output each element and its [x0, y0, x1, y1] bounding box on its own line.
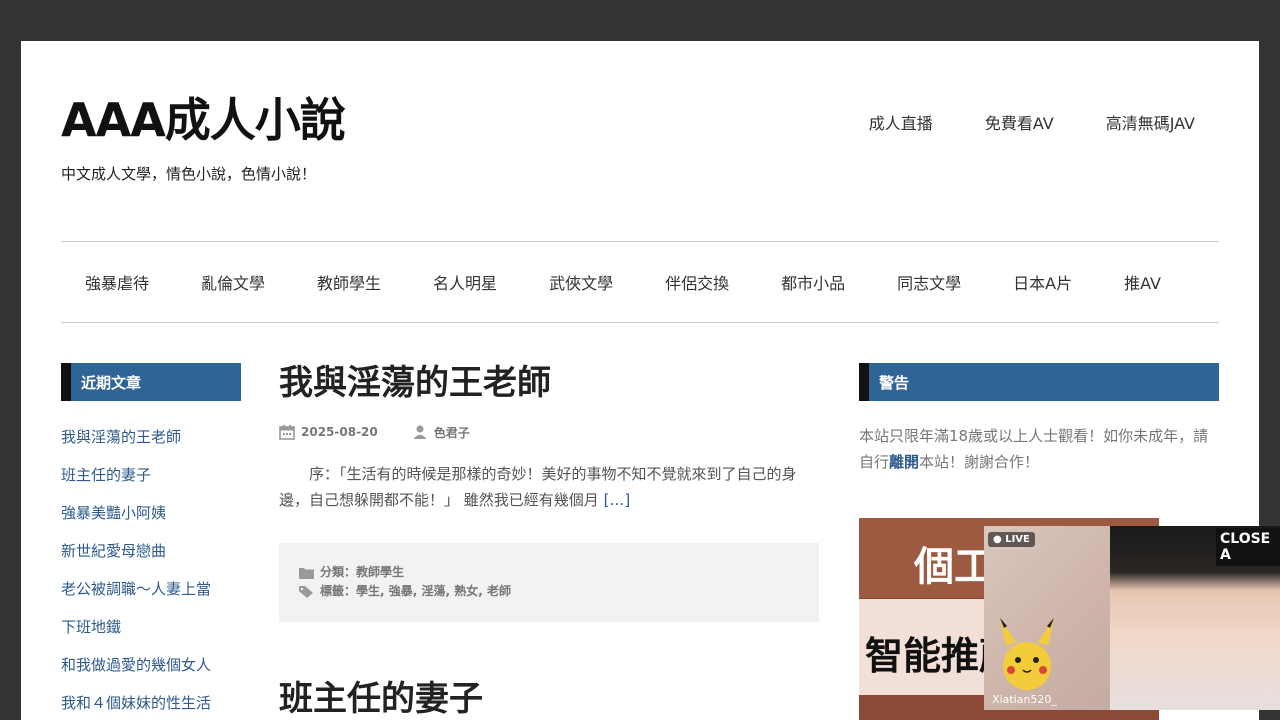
- site-title[interactable]: AAA成人小說: [61, 93, 346, 148]
- recent-post-link[interactable]: 強暴美豔小阿姨: [61, 502, 241, 540]
- close-ad-button[interactable]: CLOSE A: [1216, 528, 1280, 566]
- post-author[interactable]: 色君子: [434, 424, 470, 441]
- recent-post-link[interactable]: 新世紀愛母戀曲: [61, 540, 241, 578]
- folder-icon: [299, 567, 314, 579]
- main-content: 我與淫蕩的王老師 2025-08-20 色君子 序：「生活有的時候是那樣的奇妙！…: [279, 363, 819, 720]
- recent-post-link[interactable]: 和我做過愛的幾個女人: [61, 654, 241, 692]
- recent-post-link[interactable]: 班主任的妻子: [61, 464, 241, 502]
- post-meta: 2025-08-20 色君子: [279, 424, 819, 441]
- warning-text: 本站只限年滿18歲或以上人士觀看！如你未成年，請自行離開本站！謝謝合作！: [859, 423, 1219, 475]
- post-title[interactable]: 我與淫蕩的王老師: [279, 363, 819, 404]
- calendar-icon: [279, 425, 295, 441]
- ad-text-line1: 個工: [914, 544, 994, 590]
- top-nav: 成人直播 免費看AV 高清無碼JAV: [869, 110, 1195, 134]
- top-nav-hd-jav[interactable]: 高清無碼JAV: [1106, 110, 1195, 134]
- post-excerpt: 序：「生活有的時候是那樣的奇妙！美好的事物不知不覺就來到了自己的身邊，自己想躲開…: [279, 461, 819, 513]
- main-nav-item[interactable]: 日本A片: [1013, 270, 1072, 294]
- post-title[interactable]: 班主任的妻子: [279, 679, 819, 720]
- post-date[interactable]: 2025-08-20: [301, 425, 378, 439]
- main-nav-item[interactable]: 伴侶交換: [665, 270, 729, 294]
- main-nav-item[interactable]: 武俠文學: [549, 270, 613, 294]
- main-nav: 強暴虐待 亂倫文學 教師學生 名人明星 武俠文學 伴侶交換 都市小品 同志文學 …: [61, 241, 1219, 323]
- top-nav-live[interactable]: 成人直播: [869, 110, 933, 134]
- user-icon: [413, 425, 427, 440]
- post-tags[interactable]: 標籤：學生, 強暴, 淫蕩, 熟女, 老師: [320, 582, 511, 601]
- site-description: 中文成人文學，情色小說，色情小說！: [61, 165, 317, 183]
- live-badge: ● LIVE: [988, 532, 1035, 547]
- read-more-link[interactable]: […]: [604, 491, 631, 509]
- warning-text-after: 本站！謝謝合作！: [919, 453, 1040, 471]
- live-username: Xiatian520_: [992, 693, 1057, 706]
- post-category-row: 分類：教師學生: [299, 563, 799, 582]
- main-nav-item[interactable]: 推AV: [1124, 270, 1161, 294]
- plush-toy-image: [1000, 618, 1054, 690]
- recent-posts-widget: 近期文章 我與淫蕩的王老師 班主任的妻子 強暴美豔小阿姨 新世紀愛母戀曲 老公被…: [61, 363, 241, 720]
- tag-icon: [299, 585, 313, 598]
- main-nav-item[interactable]: 都市小品: [781, 270, 845, 294]
- recent-post-link[interactable]: 我與淫蕩的王老師: [61, 426, 241, 464]
- recent-posts-list: 我與淫蕩的王老師 班主任的妻子 強暴美豔小阿姨 新世紀愛母戀曲 老公被調職～人妻…: [61, 426, 241, 720]
- post-category[interactable]: 分類：教師學生: [320, 563, 404, 582]
- post-excerpt-text: 序：「生活有的時候是那樣的奇妙！美好的事物不知不覺就來到了自己的身邊，自己想躲開…: [279, 464, 797, 509]
- post-tags-row: 標籤：學生, 強暴, 淫蕩, 熟女, 老師: [299, 582, 799, 601]
- recent-post-link[interactable]: 我和４個妹妹的性生活: [61, 692, 241, 720]
- main-nav-item[interactable]: 名人明星: [433, 270, 497, 294]
- leave-link[interactable]: 離開: [889, 453, 919, 471]
- post-footer: 分類：教師學生 標籤：學生, 強暴, 淫蕩, 熟女, 老師: [279, 542, 819, 622]
- top-nav-free-av[interactable]: 免費看AV: [985, 110, 1054, 134]
- warning-title: 警告: [859, 363, 1219, 401]
- recent-post-link[interactable]: 下班地鐵: [61, 616, 241, 654]
- main-nav-item[interactable]: 同志文學: [897, 270, 961, 294]
- main-nav-item[interactable]: 教師學生: [317, 270, 381, 294]
- recent-posts-title: 近期文章: [61, 363, 241, 401]
- post-article: 我與淫蕩的王老師 2025-08-20 色君子 序：「生活有的時候是那樣的奇妙！…: [279, 363, 819, 622]
- main-nav-item[interactable]: 亂倫文學: [201, 270, 265, 294]
- recent-post-link[interactable]: 老公被調職～人妻上當: [61, 578, 241, 616]
- main-nav-item[interactable]: 強暴虐待: [85, 270, 149, 294]
- warning-widget: 警告 本站只限年滿18歲或以上人士觀看！如你未成年，請自行離開本站！謝謝合作！: [859, 363, 1219, 475]
